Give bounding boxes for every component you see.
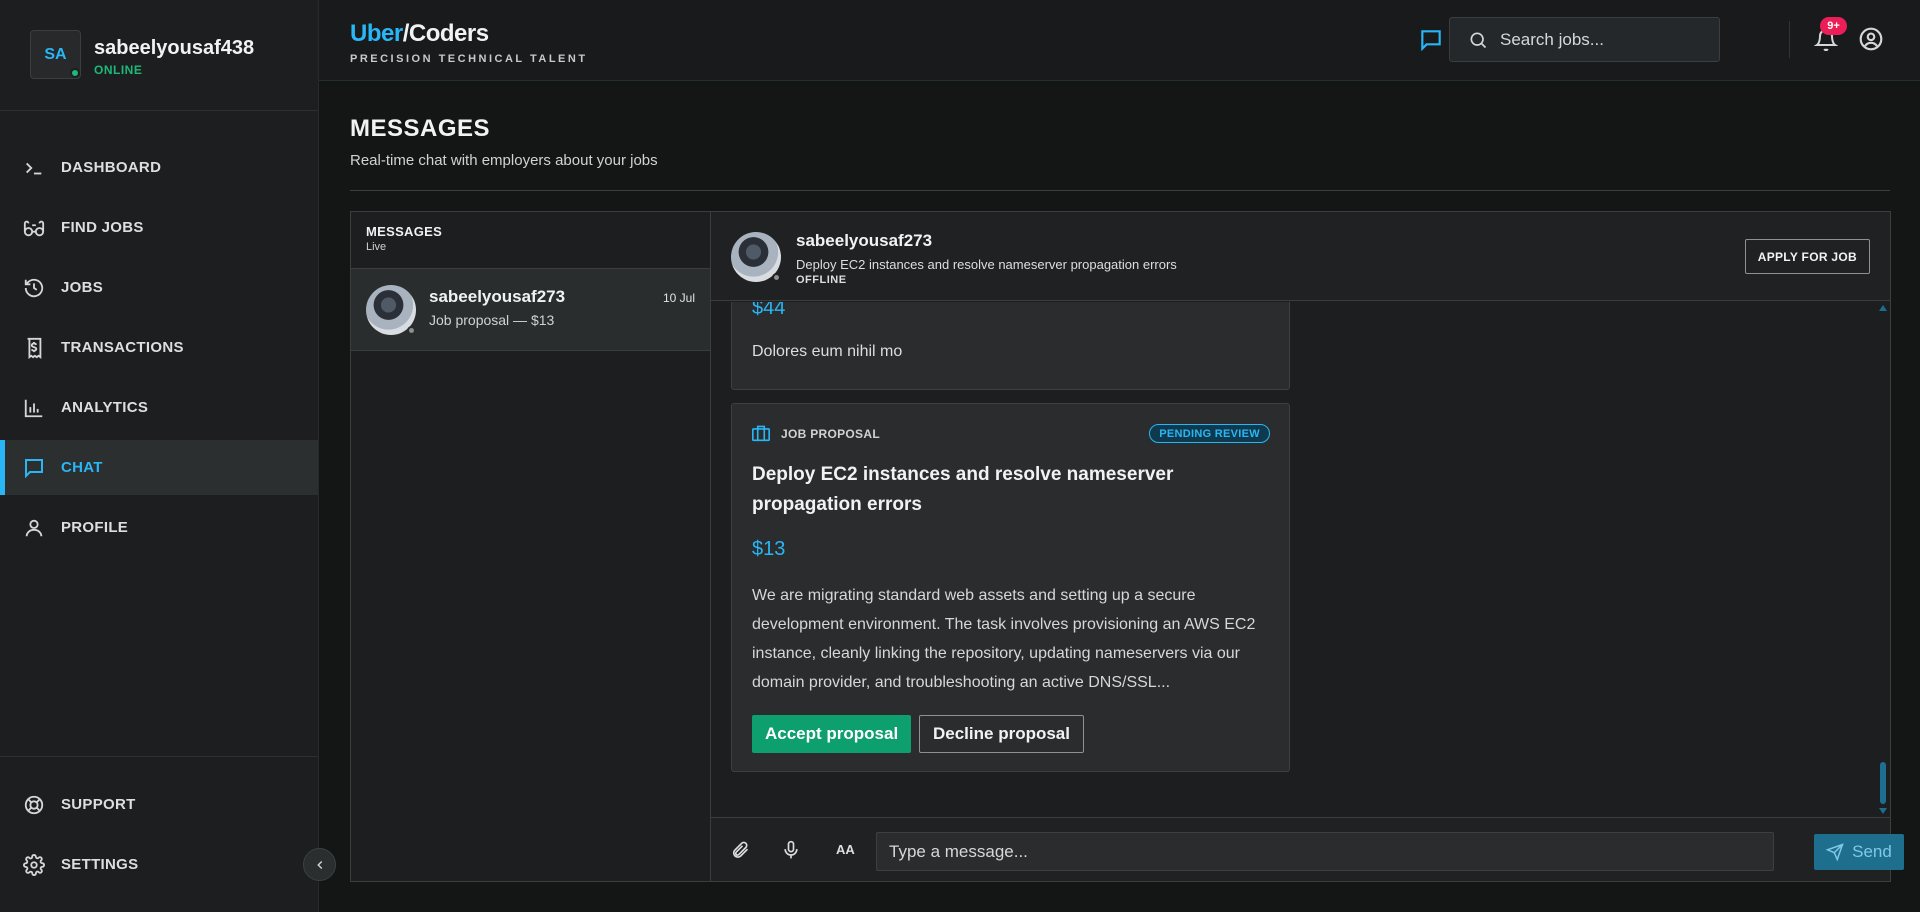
- sidebar-item-chat[interactable]: CHAT: [0, 440, 318, 495]
- binoculars-icon: [22, 216, 46, 240]
- online-indicator: [70, 68, 80, 78]
- terminal-icon: [22, 156, 46, 180]
- sidebar-item-label: TRANSACTIONS: [61, 339, 184, 356]
- briefcase-icon: [751, 424, 771, 442]
- conversation-item[interactable]: sabeelyousaf273 Job proposal — $13 10 Ju…: [351, 269, 710, 351]
- chat-area: sabeelyousaf273 Deploy EC2 instances and…: [711, 212, 1904, 881]
- messages-icon[interactable]: [1417, 26, 1445, 54]
- conversation-list: MESSAGES Live sabeelyousaf273 Job propos…: [351, 212, 711, 881]
- proposal-amount: $13: [752, 538, 786, 560]
- conversation-list-subtitle: Live: [366, 241, 387, 253]
- sidebar-item-dashboard[interactable]: DASHBOARD: [0, 140, 318, 195]
- logo-part-1: Uber: [350, 20, 403, 47]
- conversation-name: sabeelyousaf273: [429, 287, 566, 306]
- history-icon: [22, 276, 46, 300]
- message-card: $44 Dolores eum nihil mo: [731, 302, 1290, 390]
- conversation-date: 10 Jul: [662, 291, 695, 305]
- job-proposal-card: JOB PROPOSAL PENDING REVIEW Deploy EC2 i…: [731, 403, 1290, 772]
- sidebar-item-label: DASHBOARD: [61, 159, 162, 176]
- sidebar-item-transactions[interactable]: TRANSACTIONS: [0, 320, 318, 375]
- conversation-list-title: MESSAGES: [366, 224, 443, 239]
- chat-contact-status: OFFLINE: [796, 274, 847, 286]
- gear-icon: [22, 853, 46, 877]
- collapse-sidebar-button[interactable]: [303, 848, 336, 881]
- conversation-preview: Job proposal — $13: [429, 312, 555, 328]
- page-subtitle: Real-time chat with employers about your…: [350, 152, 658, 169]
- proposal-title: Deploy EC2 instances and resolve nameser…: [752, 464, 1174, 515]
- sidebar-item-find-jobs[interactable]: FIND JOBS: [0, 200, 318, 255]
- apply-for-job-button[interactable]: APPLY FOR JOB: [1744, 239, 1870, 274]
- sidebar-item-jobs[interactable]: JOBS: [0, 260, 318, 315]
- page-title: MESSAGES: [350, 115, 491, 142]
- message-text: Dolores eum nihil mo: [752, 343, 903, 360]
- chat-header: sabeelyousaf273 Deploy EC2 instances and…: [711, 212, 1890, 301]
- message-composer: AA Send: [711, 817, 1904, 881]
- chat-panel: MESSAGES Live sabeelyousaf273 Job propos…: [350, 211, 1904, 882]
- page-divider: [350, 190, 1890, 191]
- proposal-tag: JOB PROPOSAL: [781, 427, 880, 441]
- logo[interactable]: Uber/Coders: [350, 20, 489, 48]
- sidebar-item-settings[interactable]: SETTINGS: [0, 837, 318, 892]
- chevron-left-icon: [316, 860, 322, 869]
- decline-proposal-button[interactable]: Decline proposal: [919, 715, 1084, 753]
- accept-proposal-button[interactable]: Accept proposal: [752, 715, 912, 753]
- message-input[interactable]: [876, 832, 1774, 871]
- sidebar-item-analytics[interactable]: ANALYTICS: [0, 380, 318, 435]
- chat-contact-name: sabeelyousaf273: [796, 231, 933, 250]
- user-status: ONLINE: [94, 63, 143, 77]
- bar-chart-icon: [22, 396, 46, 420]
- topbar-divider: [1789, 21, 1790, 58]
- offline-indicator: [407, 326, 416, 335]
- message-list: $44 Dolores eum nihil mo JOB PROPOSAL PE…: [711, 302, 1890, 817]
- scroll-up-arrow[interactable]: [1879, 305, 1887, 311]
- user-icon: [22, 516, 46, 540]
- receipt-icon: [22, 336, 46, 360]
- scroll-down-arrow[interactable]: [1879, 808, 1887, 814]
- sidebar-item-label: JOBS: [61, 279, 104, 296]
- app: SA sabeelyousaf438 ONLINE DASHBOARD FIND…: [0, 0, 1920, 912]
- status-badge: PENDING REVIEW: [1149, 424, 1270, 443]
- text-format-button[interactable]: AA: [836, 842, 855, 857]
- sidebar-item-profile[interactable]: PROFILE: [0, 500, 318, 555]
- sidebar-item-label: CHAT: [61, 459, 103, 476]
- lifebuoy-icon: [22, 793, 46, 817]
- search-box: [1449, 17, 1720, 62]
- send-icon: [1826, 843, 1844, 861]
- send-label: Send: [1852, 842, 1892, 861]
- sidebar-item-support[interactable]: SUPPORT: [0, 777, 318, 832]
- search-input[interactable]: [1500, 29, 1710, 50]
- conversation-list-header: MESSAGES Live: [351, 212, 710, 269]
- search-icon: [1470, 32, 1487, 48]
- account-icon[interactable]: [1857, 25, 1885, 53]
- microphone-icon[interactable]: [779, 838, 803, 862]
- send-button[interactable]: Send: [1814, 834, 1904, 870]
- top-bar: Uber/Coders PRECISION TECHNICAL TALENT 9…: [319, 0, 1920, 81]
- sidebar-item-label: SUPPORT: [61, 796, 136, 813]
- chat-icon: [22, 456, 46, 480]
- chat-job-title: Deploy EC2 instances and resolve nameser…: [796, 257, 1177, 272]
- sidebar-divider: [0, 756, 318, 757]
- message-amount: $44: [752, 302, 786, 319]
- notification-badge: 9+: [1820, 17, 1847, 35]
- user-profile-box[interactable]: SA sabeelyousaf438 ONLINE: [0, 0, 318, 111]
- tagline: PRECISION TECHNICAL TALENT: [350, 53, 588, 65]
- sidebar-item-label: SETTINGS: [61, 856, 139, 873]
- proposal-description: We are migrating standard web assets and…: [752, 587, 1256, 691]
- sidebar-item-label: PROFILE: [61, 519, 129, 536]
- sidebar-item-label: ANALYTICS: [61, 399, 149, 416]
- offline-indicator: [772, 273, 781, 282]
- logo-part-2: /Coders: [402, 20, 489, 47]
- scrollbar[interactable]: [1876, 302, 1890, 817]
- sidebar-item-label: FIND JOBS: [61, 219, 144, 236]
- scrollbar-thumb[interactable]: [1880, 762, 1886, 804]
- sidebar: SA sabeelyousaf438 ONLINE DASHBOARD FIND…: [0, 0, 319, 912]
- paperclip-icon[interactable]: [728, 838, 752, 862]
- user-name: sabeelyousaf438: [94, 37, 255, 59]
